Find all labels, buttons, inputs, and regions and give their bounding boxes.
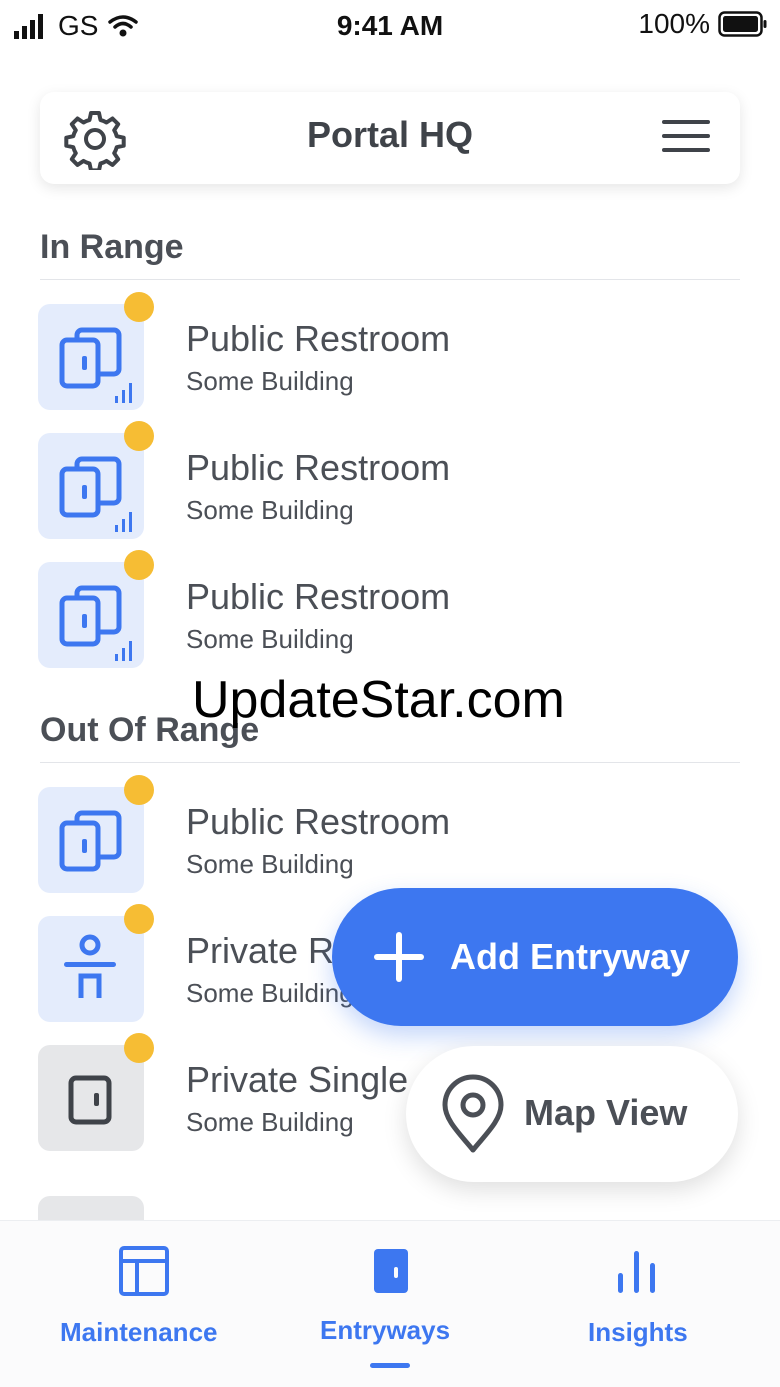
item-subtitle: Some Building: [186, 1107, 354, 1137]
watermark: UpdateStar.com: [192, 671, 565, 729]
door-icon: [374, 1249, 408, 1293]
nav-item-insights[interactable]: Insights: [570, 1221, 710, 1387]
layout-icon: [119, 1246, 169, 1296]
map-view-label: Map View: [524, 1092, 688, 1133]
status-badge: [124, 550, 154, 580]
item-subtitle: Some Building: [186, 624, 354, 654]
bar-chart-icon: [618, 1251, 655, 1293]
status-badge: [124, 1033, 154, 1063]
nav-label: Maintenance: [60, 1317, 218, 1347]
entryway-tile: [38, 433, 144, 539]
entryway-tile: [38, 562, 144, 668]
entryway-tile: [38, 1196, 144, 1220]
gear-icon: [64, 111, 126, 173]
entryway-tile: [38, 787, 144, 893]
map-pin-icon: [442, 1074, 504, 1153]
battery-icon: [718, 11, 767, 37]
hamburger-menu-icon: [662, 120, 710, 152]
item-title: Private Re: [186, 930, 355, 971]
nav-label: Entryways: [320, 1315, 451, 1345]
add-entryway-button[interactable]: Add Entryway: [332, 888, 738, 1026]
item-title: Public Restroom: [186, 447, 451, 488]
page-title: Portal HQ: [306, 114, 474, 155]
active-tab-indicator: [370, 1363, 410, 1368]
bottom-nav: Maintenance Entryways Insights: [0, 1220, 780, 1387]
item-title: Public Restroom: [186, 801, 451, 842]
status-badge: [124, 904, 154, 934]
status-bar: GS 9:41 AM 100%: [0, 0, 780, 52]
item-subtitle: Some Building: [186, 849, 354, 879]
battery-percentage: 100%: [638, 8, 710, 39]
menu-button[interactable]: [660, 114, 712, 158]
status-right: 100%: [638, 8, 768, 40]
status-badge: [124, 775, 154, 805]
map-view-button[interactable]: Map View: [406, 1046, 738, 1182]
plus-icon: [374, 932, 424, 982]
double-door-signal-icon: [59, 327, 132, 403]
item-title: Public Restroom: [186, 318, 451, 359]
nav-item-maintenance[interactable]: Maintenance: [40, 1221, 250, 1387]
status-badge: [124, 421, 154, 451]
item-subtitle: Some Building: [186, 495, 354, 525]
person-icon: [64, 934, 116, 998]
divider: [40, 279, 740, 280]
item-subtitle: Some Building: [186, 366, 354, 396]
list-item-partial[interactable]: [38, 1196, 558, 1220]
entryway-tile: [38, 304, 144, 410]
nav-label: Insights: [588, 1317, 688, 1347]
door-icon: [68, 1075, 112, 1125]
entryway-tile: [38, 916, 144, 1022]
settings-button[interactable]: [64, 108, 126, 173]
section-title-in-range: In Range: [40, 228, 184, 266]
list-item[interactable]: Public Restroom Some Building: [38, 292, 558, 412]
header-card: Portal HQ: [40, 92, 740, 184]
list-item[interactable]: Public Restroom Some Building: [38, 421, 558, 541]
double-door-signal-icon: [59, 456, 132, 532]
item-title: Public Restroom: [186, 576, 451, 617]
divider: [40, 762, 740, 763]
list-item[interactable]: Public Restroom Some Building: [38, 775, 558, 895]
list-item[interactable]: Public Restroom Some Building: [38, 550, 558, 670]
item-title: Private Single: [186, 1059, 409, 1100]
status-badge: [124, 292, 154, 322]
item-subtitle: Some Building: [186, 978, 354, 1008]
add-entryway-label: Add Entryway: [450, 936, 691, 977]
double-door-signal-icon: [59, 585, 132, 661]
entryway-tile: [38, 1045, 144, 1151]
double-door-icon: [59, 810, 122, 872]
